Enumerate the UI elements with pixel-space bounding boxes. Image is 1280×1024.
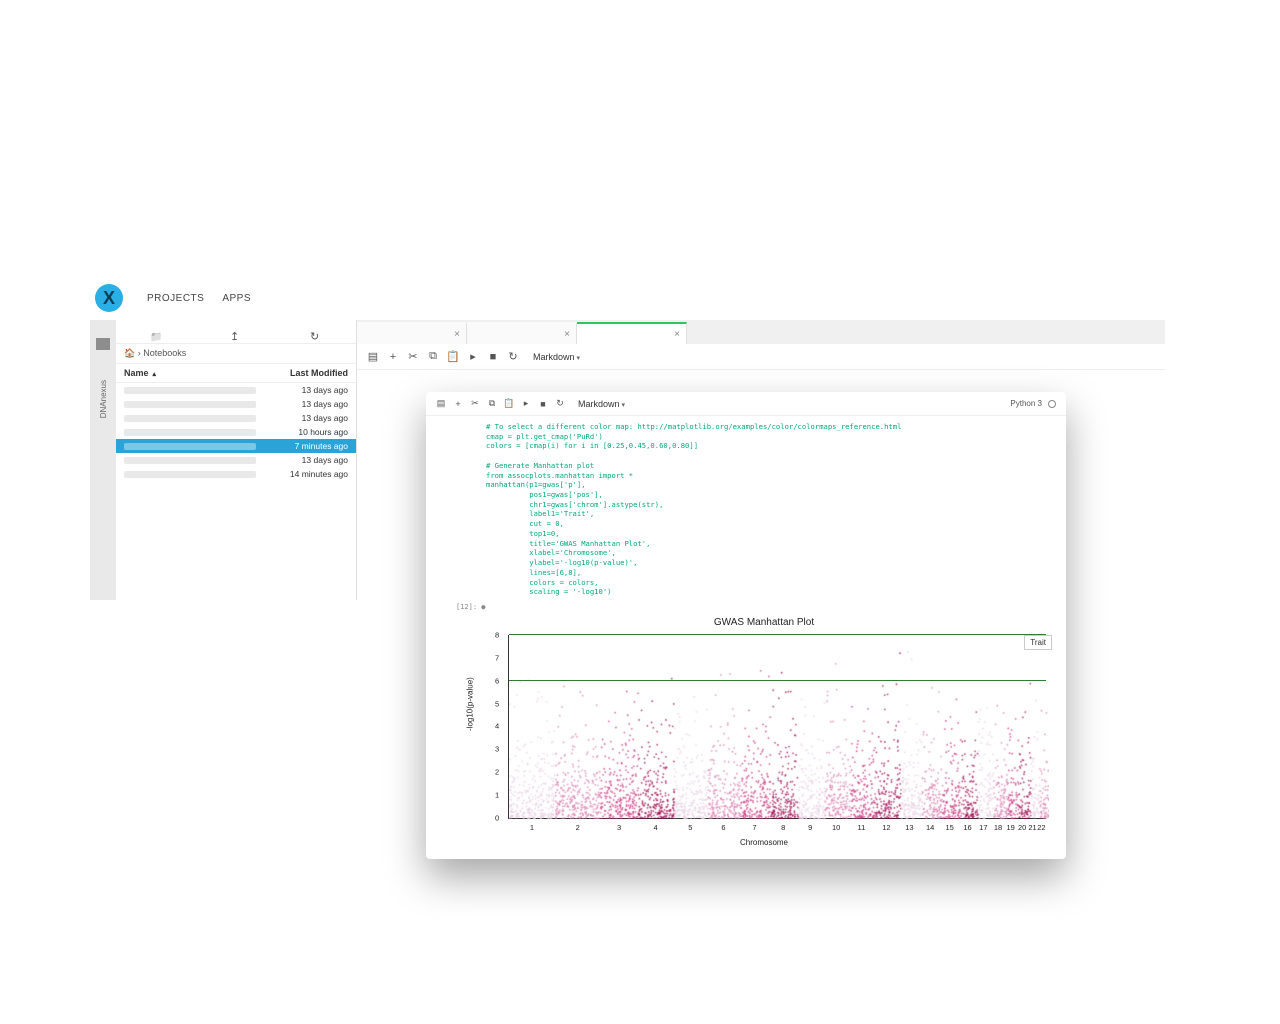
xtick: 2 bbox=[576, 823, 580, 832]
copy-icon[interactable]: ⧉ bbox=[427, 351, 439, 363]
ytick: 8 bbox=[495, 630, 499, 639]
significance-line bbox=[509, 634, 1046, 635]
copy-icon[interactable]: ⧉ bbox=[487, 399, 497, 409]
file-modified: 7 minutes ago bbox=[268, 441, 348, 451]
ytick: 3 bbox=[495, 745, 499, 754]
close-icon[interactable]: × bbox=[674, 329, 680, 340]
stop-icon[interactable]: ■ bbox=[487, 351, 499, 363]
floating-toolbar: ▤ + ✂ ⧉ 📋 ▸ ■ ↻ Markdown Python 3 bbox=[426, 392, 1066, 416]
xtick: 8 bbox=[781, 823, 785, 832]
xtick: 7 bbox=[752, 823, 756, 832]
ytick: 2 bbox=[495, 768, 499, 777]
notebook-toolbar: ▤ + ✂ ⧉ 📋 ▸ ■ ↻ Markdown bbox=[357, 344, 1165, 370]
xtick: 1 bbox=[530, 823, 534, 832]
nav-projects[interactable]: PROJECTS bbox=[147, 293, 204, 304]
xtick: 21 bbox=[1028, 823, 1036, 832]
ytick: 5 bbox=[495, 699, 499, 708]
paste-icon[interactable]: 📋 bbox=[447, 351, 459, 363]
xtick: 12 bbox=[882, 823, 890, 832]
xtick: 11 bbox=[858, 823, 866, 832]
tab-2[interactable]: × bbox=[467, 322, 577, 344]
file-row[interactable]: 13 days ago bbox=[116, 397, 356, 411]
xtick: 6 bbox=[721, 823, 725, 832]
restart-icon[interactable]: ↻ bbox=[555, 399, 565, 409]
significance-line bbox=[509, 680, 1046, 681]
tab-1[interactable]: × bbox=[357, 322, 467, 344]
celltype-select[interactable]: Markdown bbox=[533, 352, 580, 362]
ytick: 0 bbox=[495, 813, 499, 822]
file-modified: 13 days ago bbox=[268, 385, 348, 395]
brand-logo[interactable]: X bbox=[95, 284, 123, 312]
sort-asc-icon[interactable]: ▴ bbox=[153, 371, 157, 378]
xtick: 14 bbox=[926, 823, 934, 832]
xtick: 18 bbox=[994, 823, 1002, 832]
xtick: 13 bbox=[905, 823, 913, 832]
xtick: 4 bbox=[654, 823, 658, 832]
restart-icon[interactable]: ↻ bbox=[507, 351, 519, 363]
run-icon[interactable]: ▸ bbox=[467, 351, 479, 363]
run-icon[interactable]: ▸ bbox=[521, 399, 531, 409]
refresh-icon[interactable] bbox=[310, 327, 322, 337]
col-header-modified[interactable]: Last Modified bbox=[268, 368, 348, 378]
xtick: 15 bbox=[946, 823, 954, 832]
paste-icon[interactable]: 📋 bbox=[504, 399, 514, 409]
xtick: 17 bbox=[979, 823, 987, 832]
ytick: 7 bbox=[495, 653, 499, 662]
file-browser: 🏠 › Notebooks Name▴ Last Modified 13 day… bbox=[116, 320, 356, 600]
tab-3-active[interactable]: × bbox=[577, 322, 687, 344]
file-row[interactable]: 13 days ago bbox=[116, 453, 356, 467]
xtick: 9 bbox=[808, 823, 812, 832]
file-row[interactable]: 10 hours ago bbox=[116, 425, 356, 439]
notebook-tab-bar: × × × bbox=[357, 320, 1165, 344]
manhattan-plot: GWAS Manhattan Plot -log10(p-value) Trai… bbox=[474, 617, 1054, 845]
file-row[interactable]: 13 days ago bbox=[116, 411, 356, 425]
nav-apps[interactable]: APPS bbox=[222, 293, 251, 304]
file-modified: 10 hours ago bbox=[268, 427, 348, 437]
file-row[interactable]: 13 days ago bbox=[116, 383, 356, 397]
file-modified: 14 minutes ago bbox=[268, 469, 348, 479]
chart-title: GWAS Manhattan Plot bbox=[474, 617, 1054, 628]
xtick: 16 bbox=[963, 823, 971, 832]
floating-notebook: ▤ + ✂ ⧉ 📋 ▸ ■ ↻ Markdown Python 3 # To s… bbox=[426, 392, 1066, 859]
close-icon[interactable]: × bbox=[454, 329, 460, 340]
sidebar-vertical-label: DNAnexus bbox=[99, 380, 108, 418]
upload-icon[interactable] bbox=[230, 327, 242, 337]
file-modified: 13 days ago bbox=[268, 413, 348, 423]
save-icon[interactable]: ▤ bbox=[367, 351, 379, 363]
xtick: 5 bbox=[688, 823, 692, 832]
cut-icon[interactable]: ✂ bbox=[407, 351, 419, 363]
file-row[interactable]: 7 minutes ago bbox=[116, 439, 356, 453]
filebrowser-tab-icon[interactable] bbox=[96, 338, 110, 350]
code-cell[interactable]: # To select a different color map: http:… bbox=[426, 416, 1066, 603]
xtick: 10 bbox=[832, 823, 840, 832]
xtick: 19 bbox=[1006, 823, 1014, 832]
ytick: 4 bbox=[495, 722, 499, 731]
xtick: 20 bbox=[1018, 823, 1026, 832]
breadcrumb[interactable]: 🏠 › Notebooks bbox=[116, 344, 356, 364]
file-row[interactable]: 14 minutes ago bbox=[116, 467, 356, 481]
celltype-select[interactable]: Markdown bbox=[578, 399, 625, 409]
kernel-status-icon bbox=[1048, 400, 1056, 408]
stop-icon[interactable]: ■ bbox=[538, 399, 548, 409]
xtick: 22 bbox=[1037, 823, 1045, 832]
add-cell-icon[interactable]: + bbox=[387, 351, 399, 363]
file-modified: 13 days ago bbox=[268, 455, 348, 465]
chart-xlabel: Chromosome bbox=[740, 838, 788, 847]
kernel-name[interactable]: Python 3 bbox=[1010, 399, 1042, 408]
chevron-down-icon bbox=[622, 399, 626, 409]
file-modified: 13 days ago bbox=[268, 399, 348, 409]
add-cell-icon[interactable]: + bbox=[453, 399, 463, 409]
output-prompt: [12]: ● bbox=[426, 603, 1066, 611]
new-folder-icon[interactable] bbox=[150, 327, 162, 337]
col-header-name[interactable]: Name▴ bbox=[124, 368, 268, 378]
ytick: 1 bbox=[495, 791, 499, 800]
xtick: 3 bbox=[617, 823, 621, 832]
save-icon[interactable]: ▤ bbox=[436, 399, 446, 409]
close-icon[interactable]: × bbox=[564, 329, 570, 340]
chevron-down-icon bbox=[577, 352, 581, 362]
ytick: 6 bbox=[495, 676, 499, 685]
cut-icon[interactable]: ✂ bbox=[470, 399, 480, 409]
chart-ylabel: -log10(p-value) bbox=[466, 677, 475, 731]
